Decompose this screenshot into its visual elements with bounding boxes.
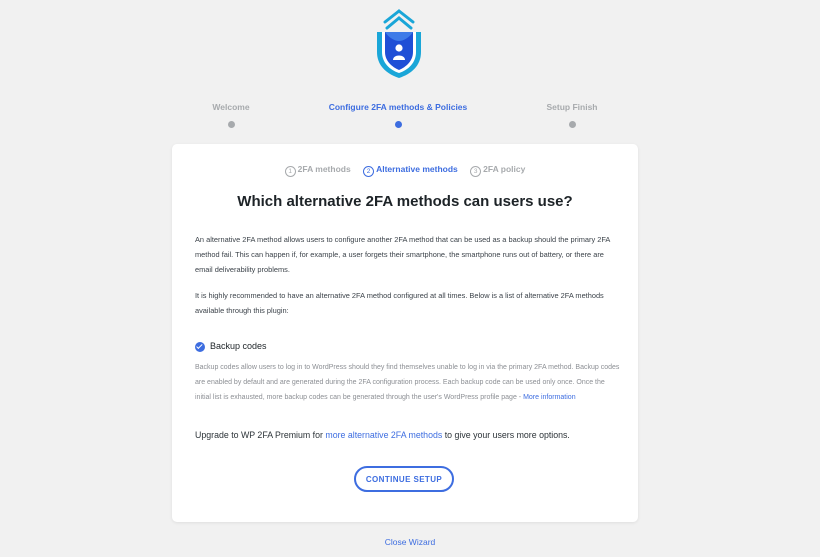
step-label: Setup Finish [546, 102, 598, 112]
upgrade-prefix: Upgrade to WP 2FA Premium for [195, 429, 326, 440]
substep-2fa-policy: 3 2FA policy [470, 164, 525, 177]
substep-label: Alternative methods [376, 164, 458, 174]
method-header[interactable]: Backup codes [195, 339, 620, 354]
substep-alternative-methods: 2 Alternative methods [363, 164, 458, 177]
intro-paragraph: An alternative 2FA method allows users t… [195, 235, 610, 274]
step-dot [227, 121, 235, 128]
step-dot [394, 121, 402, 128]
wp2fa-shield-logo [377, 9, 421, 78]
substep-label: 2FA methods [297, 164, 351, 174]
step-label: Configure 2FA methods & Policies [328, 102, 468, 112]
wizard-steps: Welcome Configure 2FA methods & Policies… [0, 102, 820, 132]
substep-number: 1 [284, 166, 296, 177]
method-description: Backup codes allow users to log in to Wo… [195, 360, 620, 406]
recommend-paragraph: It is highly recommended to have an alte… [195, 291, 604, 315]
method-backup-codes: Backup codes Backup codes allow users to… [195, 339, 620, 406]
wizard-card: 1 2FA methods 2 Alternative methods 3 2FA p… [172, 144, 638, 522]
upgrade-notice: Upgrade to WP 2FA Premium for more alter… [195, 428, 620, 443]
substep-number: 2 [363, 166, 375, 177]
more-information-link[interactable]: More information [523, 394, 576, 401]
substeps: 1 2FA methods 2 Alternative methods 3 2FA p… [172, 164, 638, 177]
continue-setup-button[interactable]: CONTINUE SETUP [354, 466, 454, 492]
step-configure: Configure 2FA methods & Policies [323, 102, 473, 128]
page-title: Which alternative 2FA methods can users … [237, 193, 573, 210]
step-setup-finish: Setup Finish [522, 102, 622, 128]
substep-label: 2FA policy [483, 164, 526, 174]
step-dot [568, 121, 576, 128]
step-welcome: Welcome [181, 102, 281, 128]
method-name: Backup codes [210, 341, 267, 351]
close-wizard-link[interactable]: Close Wizard [385, 537, 436, 547]
step-label: Welcome [212, 102, 250, 112]
substep-number: 3 [470, 166, 482, 177]
card-content: An alternative 2FA method allows users t… [195, 232, 620, 443]
upgrade-suffix: to give your users more options. [442, 429, 570, 440]
checkbox-checked-icon[interactable] [195, 341, 205, 352]
close-wizard: Close Wizard [0, 537, 820, 547]
more-alternative-methods-link[interactable]: more alternative 2FA methods [325, 430, 442, 440]
substep-2fa-methods: 1 2FA methods [284, 164, 351, 177]
